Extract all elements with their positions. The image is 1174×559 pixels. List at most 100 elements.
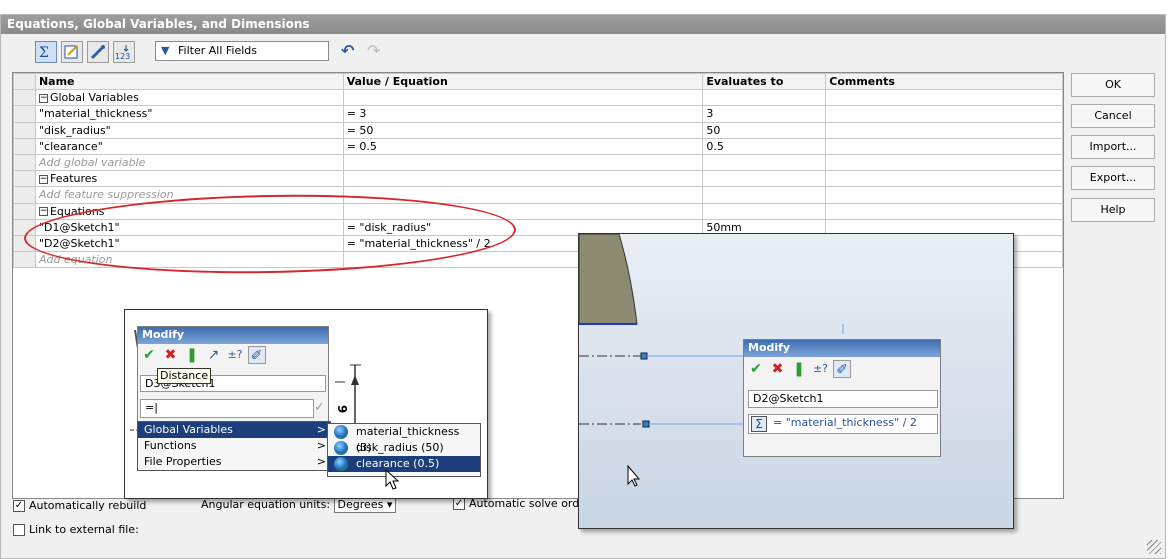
menu-item-file-properties[interactable]: File Properties > [138, 454, 330, 470]
rebuild-icon[interactable]: ❚ [790, 360, 808, 378]
export-button[interactable]: Export... [1071, 166, 1155, 190]
undo-icon[interactable]: ↶ [341, 41, 363, 63]
link-external-label: Link to external file: [29, 523, 139, 536]
link-external-option[interactable]: Link to external file: [13, 523, 139, 536]
collapse-icon[interactable]: − [38, 174, 48, 184]
header-row: Name Value / Equation Evaluates to Comme… [13, 73, 1063, 91]
modify-title: Modify [138, 327, 328, 344]
row-header [13, 73, 36, 91]
var-name-cell[interactable]: "clearance" [34, 137, 344, 155]
empty-cell [825, 170, 1063, 188]
table-row[interactable]: "clearance" = 0.5 0.5 [13, 137, 1063, 155]
row-header [13, 186, 36, 204]
var-name-cell[interactable]: "material_thickness" [34, 105, 344, 123]
tolerance-icon[interactable]: ±? [812, 360, 830, 378]
link-external-checkbox[interactable] [13, 524, 25, 536]
row-header [13, 121, 36, 139]
filter-field[interactable]: ▼ Filter All Fields [155, 41, 329, 61]
add-global-row[interactable]: Add global variable [13, 153, 1063, 172]
sigma-icon[interactable]: Σ [751, 416, 767, 432]
submenu-arrow: > [316, 423, 326, 436]
submenu-item-material-thickness[interactable]: material_thickness (3) [328, 424, 480, 454]
table-row[interactable]: "disk_radius" = 50 50 [13, 121, 1063, 139]
dimension-value-field[interactable]: =| [140, 399, 314, 418]
menu-label: Functions [144, 439, 197, 452]
ordered-view-icon[interactable]: 123 [113, 41, 135, 63]
empty-cell [702, 153, 827, 172]
group-label: Global Variables [49, 91, 139, 105]
rebuild-icon[interactable]: ❚ [183, 346, 201, 364]
angular-units-label: Angular equation units: [201, 498, 331, 511]
sketch-equation-view-icon[interactable] [61, 41, 83, 63]
tolerance-icon[interactable]: ±? [226, 346, 244, 364]
mark-dimension-icon[interactable]: ✐ [247, 346, 266, 364]
var-name-cell[interactable]: "disk_radius" [34, 121, 344, 139]
equation-value-field[interactable]: Σ = "material_thickness" / 2 [748, 414, 938, 434]
empty-cell [825, 153, 1063, 172]
window-title: Equations, Global Variables, and Dimensi… [1, 15, 1165, 34]
submenu-arrow: > [316, 455, 326, 468]
equation-view-icon[interactable]: Σ [35, 41, 57, 63]
var-value-cell[interactable]: = 3 [342, 105, 704, 123]
angular-units-value: Degrees [337, 498, 384, 511]
dimension-view-icon[interactable] [87, 41, 109, 63]
dimension-name-field[interactable]: D2@Sketch1 [748, 390, 938, 408]
add-global-variable[interactable]: Add global variable [34, 153, 344, 172]
check-icon[interactable]: ✔ [140, 346, 158, 364]
angular-units-option: Angular equation units: Degrees ▾ [201, 497, 397, 513]
var-value-cell[interactable]: = 0.5 [342, 137, 704, 155]
help-button[interactable]: Help [1071, 198, 1155, 222]
group-row-global[interactable]: − Global Variables [13, 89, 1063, 107]
var-evaluates-cell: 0.5 [702, 137, 827, 155]
comment-cell[interactable] [825, 137, 1063, 155]
col-name-header[interactable]: Name [34, 73, 344, 91]
empty-cell [342, 89, 704, 107]
group-label: Features [49, 172, 98, 186]
empty-cell [702, 89, 827, 107]
var-value-cell[interactable]: = 50 [342, 121, 704, 139]
auto-solve-checkbox[interactable]: ✓ [453, 498, 465, 510]
table-row[interactable]: "material_thickness" = 3 3 [13, 105, 1063, 123]
tooltip: Distance [157, 368, 212, 384]
check-icon[interactable]: ✔ [747, 360, 765, 378]
menu-label: Global Variables [144, 423, 233, 436]
redo-icon: ↷ [367, 41, 381, 60]
menu-label: File Properties [144, 455, 222, 468]
col-comments-header[interactable]: Comments [825, 73, 1063, 91]
auto-rebuild-label: Automatically rebuild [29, 499, 147, 512]
collapse-icon[interactable]: − [38, 93, 48, 103]
row-header [13, 153, 36, 172]
menu-item-global-variables[interactable]: Global Variables > [138, 422, 330, 438]
angular-units-select[interactable]: Degrees ▾ [333, 497, 397, 513]
group-row-features[interactable]: − Features [13, 170, 1063, 188]
close-icon[interactable]: ✖ [162, 346, 180, 364]
row-header [13, 89, 36, 107]
submenu-item-disk-radius[interactable]: disk_radius (50) [328, 440, 480, 456]
resize-grip[interactable] [1147, 540, 1161, 554]
menu-item-functions[interactable]: Functions > [138, 438, 330, 454]
ok-button[interactable]: OK [1071, 73, 1155, 97]
modify-icons: ✔ ✖ ❚ ±? ✐ [744, 357, 940, 381]
mark-dimension-icon[interactable]: ✐ [833, 360, 851, 378]
auto-rebuild-option[interactable]: ✓ Automatically rebuild [13, 499, 146, 512]
empty-cell [702, 170, 827, 188]
row-header [13, 137, 36, 155]
submenu-item-clearance[interactable]: clearance (0.5) [328, 456, 480, 472]
equation-context-menu: Global Variables > Functions > File Proper… [137, 421, 331, 471]
comment-cell[interactable] [825, 105, 1063, 123]
col-value-header[interactable]: Value / Equation [342, 73, 704, 91]
globe-icon [334, 425, 348, 439]
group-global-variables[interactable]: − Global Variables [34, 89, 344, 107]
collapse-icon[interactable]: − [38, 207, 48, 217]
svg-text:123: 123 [115, 52, 130, 61]
global-variables-submenu: material_thickness (3) disk_radius (50) … [327, 423, 481, 477]
auto-rebuild-checkbox[interactable]: ✓ [13, 500, 25, 512]
comment-cell[interactable] [825, 121, 1063, 139]
reverse-icon[interactable]: ↗ [205, 346, 223, 364]
import-button[interactable]: Import... [1071, 135, 1155, 159]
group-features[interactable]: − Features [34, 170, 344, 188]
cancel-button[interactable]: Cancel [1071, 104, 1155, 128]
checkmark-icon[interactable]: ✓ [314, 400, 328, 417]
close-icon[interactable]: ✖ [769, 360, 787, 378]
col-evaluates-header[interactable]: Evaluates to [702, 73, 827, 91]
